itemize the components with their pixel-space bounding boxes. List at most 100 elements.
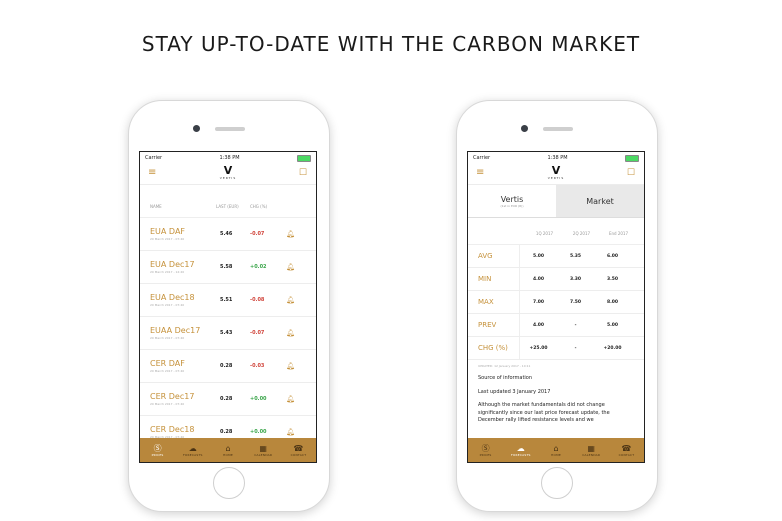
forecast-row-label: MIN xyxy=(468,268,520,290)
price-row[interactable]: EUAA Dec17 20 March 2017 - 07:40 5.43 -0.07… xyxy=(140,317,316,350)
tab-prices[interactable]: Ⓢ PRICES xyxy=(468,438,503,462)
forecast-value: +20.00 xyxy=(603,345,622,351)
forecast-value: 3.30 xyxy=(569,276,582,282)
forecast-value: +25.00 xyxy=(529,345,548,351)
headline: STAY UP-TO-DATE WITH THE CARBON MARKET xyxy=(141,32,641,56)
price-row[interactable]: EUA Dec18 20 March 2017 - 07:40 5.51 -0.08 🔔… xyxy=(140,284,316,317)
tab-market[interactable]: Market xyxy=(556,185,644,217)
forecast-value: 5.00 xyxy=(532,253,545,259)
price-table-header: NAME LAST (EUR) CHG (%) xyxy=(140,195,316,218)
forecast-row-label: PREV xyxy=(468,314,520,336)
forecast-row-label: CHG (%) xyxy=(468,337,520,359)
instrument-cell: EUA Dec18 20 March 2017 - 07:40 xyxy=(146,293,220,307)
forecast-table: AVG 5.00 5.35 6.00 MIN 4.00 3.30 3.50 MAX 7.00 7.5… xyxy=(468,245,644,360)
tab-contact[interactable]: ☎ CONTACT xyxy=(281,438,316,462)
tab-label: HOME xyxy=(223,452,233,457)
home-button[interactable] xyxy=(541,467,573,499)
tab-forecasts[interactable]: ☁ FORECASTS xyxy=(503,438,538,462)
chg-header: CHG (%) xyxy=(250,203,268,209)
forecast-value: 7.00 xyxy=(532,299,545,305)
tab-forecasts[interactable]: ☁ FORECASTS xyxy=(175,438,210,462)
price-row[interactable]: EUA Dec17 20 March 2017 - 12:20 5.58 +0.02 🔔… xyxy=(140,251,316,284)
price-row[interactable]: EUA DAF 20 March 2017 - 07:40 5.46 -0.07 🔔︎ xyxy=(140,218,316,251)
instrument-name: EUAA Dec17 xyxy=(150,326,201,335)
price-row[interactable]: CER DAF 20 March 2017 - 07:40 0.28 -0.03 🔔︎ xyxy=(140,350,316,383)
instrument-name: CER DAF xyxy=(150,359,185,368)
calendar-icon: ▦ xyxy=(587,443,595,453)
bell-icon[interactable]: 🔔︎ xyxy=(286,329,295,337)
tab-vertis[interactable]: Vertis (1st in EUR (€)) xyxy=(468,185,556,217)
home-icon: ⌂ xyxy=(553,443,559,453)
carrier-label: Carrier xyxy=(473,155,491,161)
tab-calendar[interactable]: ▦ CALENDAR xyxy=(574,438,609,462)
forecast-value: 5.35 xyxy=(569,253,582,259)
tab-label: FORECASTS xyxy=(510,452,531,457)
forecast-value: 8.00 xyxy=(606,299,619,305)
price-row[interactable]: CER Dec17 20 March 2017 - 07:40 0.28 +0.00 🔔… xyxy=(140,383,316,416)
bell-icon[interactable]: 🔔︎ xyxy=(286,230,295,238)
forecasts-icon: ☁ xyxy=(188,443,197,453)
tab-calendar[interactable]: ▦ CALENDAR xyxy=(246,438,281,462)
bell-icon[interactable]: 🔔︎ xyxy=(286,428,295,436)
change-value: +0.00 xyxy=(250,429,267,435)
tab-vertis-label: Vertis xyxy=(500,194,524,204)
tab-vertis-sublabel: (1st in EUR (€)) xyxy=(500,203,524,208)
forecast-row-label: MAX xyxy=(468,291,520,313)
home-button[interactable] xyxy=(213,467,245,499)
app-bar: ≡ V VERTIS ☐ xyxy=(140,164,316,185)
instrument-cell: CER Dec17 20 March 2017 - 07:40 xyxy=(146,392,220,406)
tab-prices[interactable]: Ⓢ PRICES xyxy=(140,438,175,462)
forecast-body-text: Although the market fundamentals did not… xyxy=(478,402,610,423)
last-price: 0.28 xyxy=(220,429,233,435)
bell-icon[interactable]: 🔔︎ xyxy=(286,296,295,304)
forecast-source-switch: Vertis (1st in EUR (€)) Market xyxy=(468,185,644,218)
speaker xyxy=(215,127,245,131)
tab-home[interactable]: ⌂ HOME xyxy=(210,438,245,462)
tab-label: CONTACT xyxy=(618,452,635,457)
last-header: LAST (EUR) xyxy=(216,203,239,209)
instrument-name: EUA Dec18 xyxy=(150,293,195,302)
forecast-row: PREV 4.00 - 5.00 xyxy=(468,314,644,337)
forecast-value: 4.00 xyxy=(532,322,545,328)
forecast-value: 5.00 xyxy=(606,322,619,328)
contact-icon: ☎ xyxy=(293,443,304,453)
tab-contact[interactable]: ☎ CONTACT xyxy=(609,438,644,462)
forecast-col-header: 1Q 2017 xyxy=(535,230,554,236)
forecast-row: AVG 5.00 5.35 6.00 xyxy=(468,245,644,268)
time-label: 1:38 PM xyxy=(547,155,568,161)
bell-icon[interactable]: 🔔︎ xyxy=(286,263,295,271)
tab-label: FORECASTS xyxy=(182,452,203,457)
vertis-logo: V VERTIS xyxy=(219,164,237,180)
status-bar: Carrier 1:38 PM xyxy=(140,152,316,164)
instrument-cell: CER DAF 20 March 2017 - 07:40 xyxy=(146,359,220,373)
edit-icon[interactable]: ☐ xyxy=(627,169,635,178)
bell-icon[interactable]: 🔔︎ xyxy=(286,395,295,403)
forecast-value: 4.00 xyxy=(532,276,545,282)
instrument-cell: EUA Dec17 20 March 2017 - 12:20 xyxy=(146,260,220,274)
instrument-date: 20 March 2017 - 07:40 xyxy=(150,402,185,406)
instrument-name: CER Dec17 xyxy=(150,392,195,401)
bell-icon[interactable]: 🔔︎ xyxy=(286,362,295,370)
last-price: 5.46 xyxy=(220,231,233,237)
bottom-tab-bar: Ⓢ PRICES ☁ FORECASTS ⌂ HOME ▦ CALENDAR ☎ CONTACT xyxy=(468,438,644,462)
forecast-table-header: 1Q 2017 2Q 2017 End 2017 xyxy=(468,222,644,245)
last-price: 5.51 xyxy=(220,297,233,303)
time-label: 1:38 PM xyxy=(219,155,240,161)
phone-prices: Carrier 1:38 PM ≡ V VERTIS ☐ NAME LAST (… xyxy=(128,100,330,512)
tab-label: CONTACT xyxy=(290,452,307,457)
price-list: EUA DAF 20 March 2017 - 07:40 5.46 -0.07 🔔︎ E… xyxy=(140,218,316,449)
edit-icon[interactable]: ☐ xyxy=(299,169,307,178)
menu-icon[interactable]: ≡ xyxy=(476,168,484,178)
instrument-name: CER Dec18 xyxy=(150,425,195,434)
menu-icon[interactable]: ≡ xyxy=(148,168,156,178)
app-bar: ≡ V VERTIS ☐ xyxy=(468,164,644,185)
forecast-value: - xyxy=(574,345,577,351)
tab-label: CALENDAR xyxy=(582,452,601,457)
battery-icon xyxy=(624,154,639,162)
status-bar: Carrier 1:38 PM xyxy=(468,152,644,164)
tab-home[interactable]: ⌂ HOME xyxy=(538,438,573,462)
last-price: 0.28 xyxy=(220,363,233,369)
instrument-date: 20 March 2017 - 12:20 xyxy=(150,270,185,274)
front-camera xyxy=(521,125,528,132)
change-value: +0.00 xyxy=(250,396,267,402)
